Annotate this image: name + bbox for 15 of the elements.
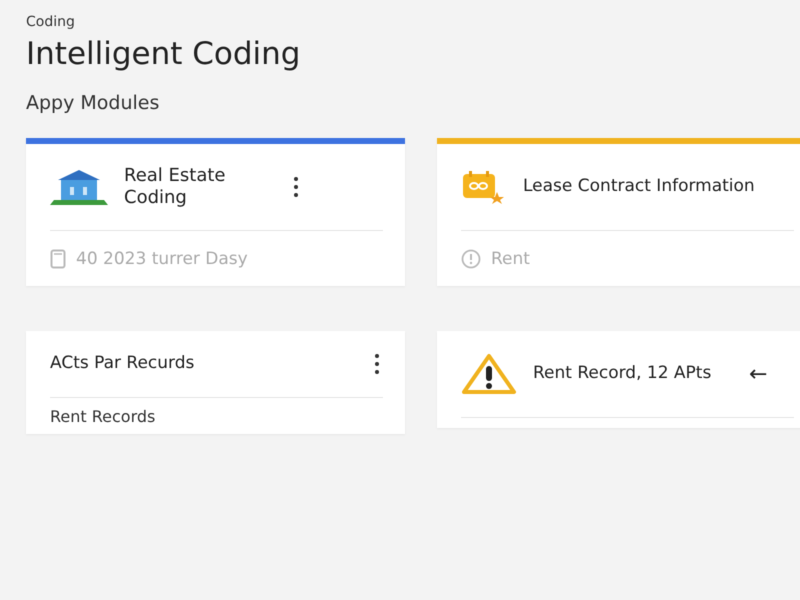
info-icon bbox=[461, 248, 481, 268]
breadcrumb[interactable]: Coding bbox=[26, 14, 800, 30]
warning-icon bbox=[461, 353, 517, 395]
back-arrow-button[interactable]: ← bbox=[749, 362, 768, 386]
house-icon bbox=[50, 168, 108, 206]
card-title: Rent Record, 12 APts bbox=[533, 363, 712, 385]
card-footer-text: Rent Records bbox=[50, 406, 156, 426]
section-heading: Appy Modules bbox=[26, 92, 160, 114]
card-title: ACts Par Recurds bbox=[50, 353, 196, 375]
card-footer-text: 40 2023 turrer Dasy bbox=[76, 248, 248, 268]
card-title: Lease Contract Information bbox=[523, 176, 756, 198]
card-title: Real Estate Coding bbox=[124, 164, 226, 210]
document-icon bbox=[50, 248, 66, 268]
card-footer-text: Rent bbox=[491, 248, 530, 268]
page-title: Intelligent Coding bbox=[26, 36, 302, 72]
